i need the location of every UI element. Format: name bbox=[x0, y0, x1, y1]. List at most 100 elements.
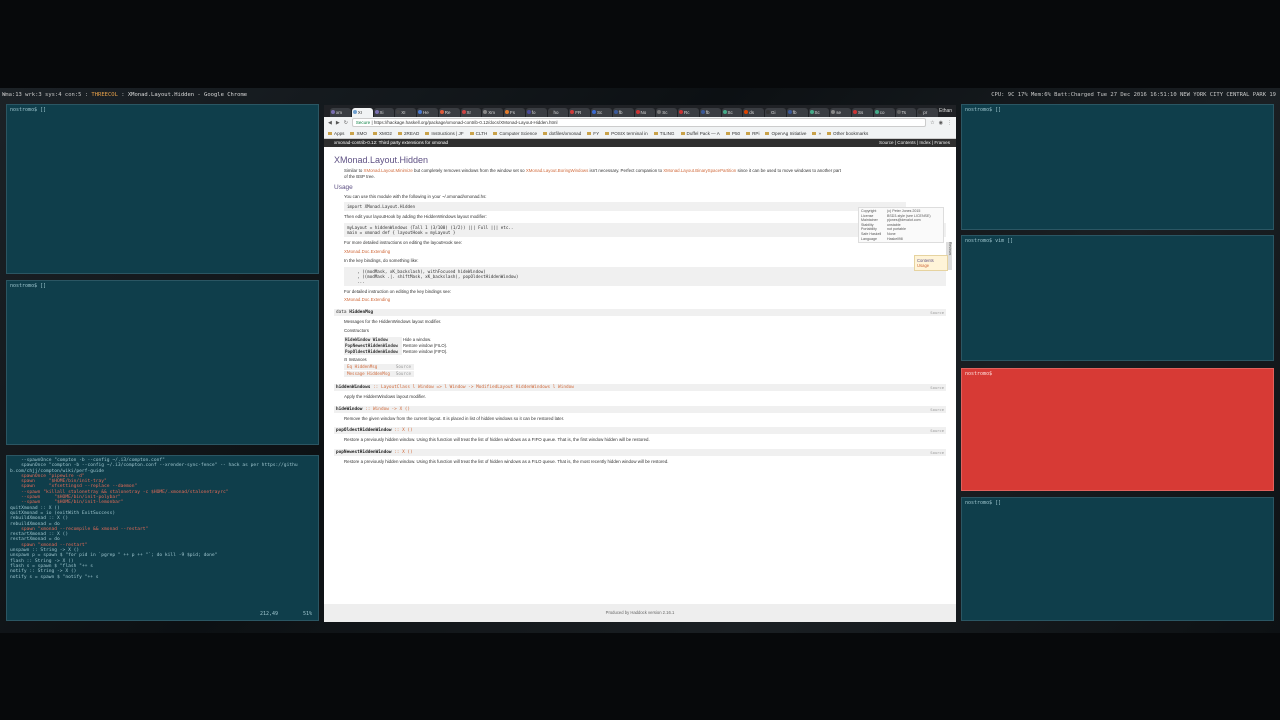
bookmark-item[interactable]: RPi bbox=[746, 131, 759, 136]
source-link[interactable]: Source bbox=[930, 384, 944, 391]
bookmark-item[interactable]: OpenAg Initiative bbox=[765, 131, 806, 136]
bookmark-item[interactable]: POSIX terminal in bbox=[605, 131, 648, 136]
bookmark-item[interactable]: CLTH bbox=[470, 131, 488, 136]
browser-tab[interactable]: pr bbox=[917, 108, 938, 117]
back-icon[interactable]: ◀ bbox=[328, 120, 332, 126]
reload-icon[interactable]: ↻ bbox=[344, 120, 348, 126]
header-links[interactable]: Source | Contents | Index | Frames bbox=[879, 139, 950, 147]
info-value: (c) Peter Jones 2015 bbox=[887, 209, 921, 213]
instance-name[interactable]: Message HiddenMsg bbox=[344, 370, 393, 378]
terminal-prompt: nostromo$ [] bbox=[965, 107, 1002, 113]
bookmark-item[interactable]: 2READ bbox=[398, 131, 419, 136]
source-link[interactable]: Source bbox=[930, 449, 944, 456]
chrome-window[interactable]: xm XI Xi XI He Re Xr Xm Fs fo ho FR Sc fb No Sc Rc fb Sc ds… bbox=[324, 105, 956, 622]
browser-tab[interactable]: Ts bbox=[895, 108, 917, 117]
bookmark-item[interactable]: Computer Science bbox=[493, 131, 537, 136]
editor-line: notify s = spawn $ "notify "++ s bbox=[10, 574, 99, 580]
source-link[interactable]: Source bbox=[392, 370, 414, 378]
cursor-position: 212,49 bbox=[259, 611, 278, 617]
browser-tab[interactable]: He bbox=[417, 108, 438, 117]
menu-icon[interactable]: ⋮ bbox=[947, 120, 952, 126]
instances-label[interactable]: ⊟ Instances bbox=[344, 357, 946, 362]
function-declaration: hideWindow :: Window -> X () Source bbox=[334, 405, 946, 413]
function-description: Restore a previously hidden window. Usin… bbox=[344, 459, 669, 465]
bookmark-star-icon[interactable]: ☆ bbox=[930, 120, 934, 126]
info-value: not portable bbox=[887, 227, 906, 232]
link-extending[interactable]: XMonad.Doc.Extending bbox=[344, 297, 946, 303]
terminal-pane-top-left[interactable]: nostromo$ [] bbox=[6, 104, 319, 274]
browser-tab[interactable]: ds bbox=[743, 108, 764, 117]
browser-tab[interactable]: Sc bbox=[591, 108, 612, 117]
terminal-pane-bottom-right[interactable]: nostromo$ [] bbox=[961, 497, 1274, 621]
browser-tab[interactable]: Gi bbox=[765, 108, 786, 117]
browser-tab[interactable]: ho bbox=[547, 108, 569, 117]
browser-tab[interactable]: FR bbox=[569, 108, 590, 117]
info-value: Haskell98 bbox=[887, 236, 903, 241]
browser-tab[interactable]: Xm bbox=[482, 108, 503, 117]
browser-tab[interactable]: fb bbox=[786, 108, 808, 117]
browser-tab[interactable]: xm bbox=[330, 108, 351, 117]
source-link[interactable]: Source bbox=[930, 309, 944, 316]
bookmark-item[interactable]: Other bookmarks bbox=[827, 131, 868, 136]
profile-button[interactable]: Ethan bbox=[939, 105, 956, 117]
bookmark-item[interactable]: Apps bbox=[328, 131, 344, 136]
contents-box: Contents Usage bbox=[914, 255, 948, 271]
browser-tab[interactable]: XI bbox=[351, 108, 373, 117]
bookmark-item[interactable]: FY bbox=[587, 131, 599, 136]
browser-tab[interactable]: se bbox=[830, 108, 851, 117]
browser-tab[interactable]: co bbox=[873, 108, 895, 117]
source-link[interactable]: Source bbox=[930, 406, 944, 413]
browser-tab[interactable]: Re bbox=[438, 108, 460, 117]
link-minimize[interactable]: XMonad.Layout.Minimize bbox=[364, 168, 413, 173]
browser-tab[interactable]: No bbox=[634, 108, 656, 117]
bookmark-item[interactable]: dotfiles/xmonad bbox=[543, 131, 581, 136]
bookmark-item[interactable]: TILING bbox=[654, 131, 675, 136]
bookmark-item[interactable]: Duffel Pack — A bbox=[681, 131, 720, 136]
browser-tab[interactable]: Rc bbox=[678, 108, 699, 117]
bookmark-item[interactable]: XMO2 bbox=[373, 131, 392, 136]
bookmark-item[interactable]: P50 bbox=[726, 131, 740, 136]
browser-tab[interactable]: fb bbox=[612, 108, 634, 117]
constructor-name: PopOldestHiddenWindow bbox=[344, 348, 402, 355]
function-description: Remove the given window from the current… bbox=[344, 415, 565, 421]
source-link[interactable]: Source bbox=[930, 427, 944, 434]
module-info: Copyright (c) Peter Jones 2015 License BSD3… bbox=[858, 207, 944, 244]
package-header: xmonad-contrib-0.12: Third party extensi… bbox=[324, 139, 956, 147]
terminal-pane-vim[interactable]: nostromo$ vim [] bbox=[961, 235, 1274, 361]
info-value: BSD3-style (see LICENSE) bbox=[887, 213, 931, 218]
browser-tab[interactable]: fo bbox=[525, 108, 547, 117]
page-title: XMonad.Layout.Hidden bbox=[334, 155, 429, 165]
contents-usage-link[interactable]: Usage bbox=[917, 263, 945, 268]
editor-line: spawnOnce "compton -b --config ~/.i3/com… bbox=[10, 463, 298, 469]
browser-tab[interactable]: Fs bbox=[504, 108, 525, 117]
bookmark-item[interactable]: » bbox=[812, 131, 821, 136]
link-bsp[interactable]: XMonad.Layout.BinarySpacePartition bbox=[663, 168, 736, 173]
function-signature: :: X () bbox=[391, 450, 413, 456]
workspace-info: Wma:13 wrk:3 sys:4 con:5 bbox=[2, 92, 82, 98]
extension-icon[interactable]: ◉ bbox=[939, 120, 943, 126]
terminal-pane-top-right[interactable]: nostromo$ [] bbox=[961, 104, 1274, 230]
intro-text: isn't necessary. Perfect companion to bbox=[588, 168, 664, 173]
browser-tab[interactable]: Sc bbox=[808, 108, 830, 117]
browser-tab[interactable]: Sc bbox=[656, 108, 677, 117]
constructor-desc: Restore window (FILO). bbox=[402, 343, 448, 349]
link-boringwindows[interactable]: XMonad.Layout.BoringWindows bbox=[526, 168, 588, 173]
browser-tab[interactable]: Sc bbox=[721, 108, 743, 117]
terminal-prompt: nostromo$ [] bbox=[965, 500, 1002, 506]
browser-tab[interactable]: Ss bbox=[852, 108, 873, 117]
bookmark-item[interactable]: XMO bbox=[350, 131, 366, 136]
address-bar[interactable]: Secure | https://hackage.haskell.org/pac… bbox=[351, 118, 927, 127]
browser-tab[interactable]: Xi bbox=[373, 108, 395, 117]
browser-tab[interactable]: Xr bbox=[460, 108, 482, 117]
editor-pane[interactable]: --spawnOnce "compton -b --config ~/.i3/c… bbox=[6, 455, 319, 621]
code-import: import XMonad.Layout.Hidden bbox=[344, 202, 906, 212]
browser-tab[interactable]: XI bbox=[395, 108, 416, 117]
terminal-pane-focused[interactable]: nostromo$ bbox=[961, 368, 1274, 491]
intro-text: but completely removes windows from the … bbox=[412, 168, 526, 173]
terminal-pane-mid-left[interactable]: nostromo$ [] bbox=[6, 280, 319, 445]
browser-tab[interactable]: fb bbox=[699, 108, 721, 117]
link-extending[interactable]: XMonad.Doc.Extending bbox=[344, 249, 946, 255]
bookmark-item[interactable]: Instructions | JF bbox=[425, 131, 463, 136]
usage-text: For more detailed instructions on editin… bbox=[344, 240, 463, 246]
forward-icon[interactable]: ▶ bbox=[336, 120, 340, 126]
